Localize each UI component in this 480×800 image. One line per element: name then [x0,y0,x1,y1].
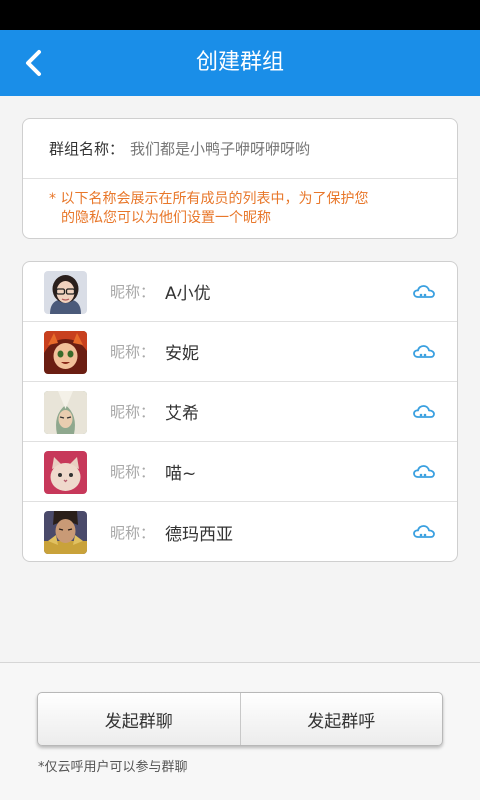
privacy-notice: * 以下名称会展示在所有成员的列表中，为了保护您 的隐私您可以为他们设置一个昵称 [23,179,423,228]
nickname-value[interactable]: A小优 [165,279,211,304]
member-row[interactable]: 昵称： 艾希 [23,382,457,442]
avatar [44,391,87,434]
nickname-value[interactable]: 德玛西亚 [165,520,233,545]
nickname-label: 昵称： [110,343,156,361]
start-group-chat-button[interactable]: 发起群聊 [38,693,240,745]
avatar [44,271,87,314]
member-list: 昵称： A小优 昵称： 安妮 昵称： 艾希 昵称： 喵~ 昵称： 德玛西亚 [22,261,458,562]
member-row[interactable]: 昵称： 安妮 [23,322,457,382]
status-bar [0,0,480,30]
cloud-call-button[interactable] [413,523,435,541]
nickname-value[interactable]: 安妮 [165,339,199,364]
nickname-value[interactable]: 艾希 [165,399,199,424]
back-button[interactable] [14,43,54,83]
avatar-woman-glasses-icon [44,271,87,314]
avatar [44,511,87,554]
nickname-label: 昵称： [110,463,156,481]
cloud-icon [413,465,435,478]
footnote: *仅云呼用户可以参与群聊 [38,760,188,775]
avatar-annie-icon [44,331,87,374]
nickname-value[interactable]: 喵~ [165,459,196,484]
nickname-label: 昵称： [110,403,156,421]
cloud-icon [413,285,435,298]
avatar [44,331,87,374]
cloud-call-button[interactable] [413,403,435,421]
avatar-warrior-icon [44,511,87,554]
privacy-notice-line-2: 的隐私您可以为他们设置一个昵称 [61,210,271,226]
cloud-icon [413,405,435,418]
nickname-label: 昵称： [110,283,156,301]
cloud-call-button[interactable] [413,283,435,301]
nickname-label: 昵称： [110,523,156,542]
page-title: 创建群组 [195,50,284,75]
cloud-icon [413,525,435,538]
action-button-group: 发起群聊 发起群呼 [37,692,443,746]
avatar-ashe-icon [44,391,87,434]
member-row[interactable]: 昵称： 喵~ [23,442,457,502]
cloud-call-button[interactable] [413,463,435,481]
avatar [44,451,87,494]
group-name-row[interactable]: 群组名称： 我们都是小鸭子咿呀咿呀哟 [23,119,457,179]
privacy-notice-line-1: * 以下名称会展示在所有成员的列表中，为了保护您 [49,191,369,207]
cloud-icon [413,345,435,358]
nav-bar: 创建群组 [0,30,480,96]
member-row[interactable]: 昵称： 德玛西亚 [23,502,457,561]
member-row[interactable]: 昵称： A小优 [23,262,457,322]
group-info-card: 群组名称： 我们都是小鸭子咿呀咿呀哟 * 以下名称会展示在所有成员的列表中，为了… [22,118,458,239]
start-group-call-button[interactable]: 发起群呼 [239,693,443,745]
group-name-value[interactable]: 我们都是小鸭子咿呀咿呀哟 [130,138,310,159]
chevron-left-icon [26,50,41,76]
group-name-label: 群组名称： [49,140,125,158]
cloud-call-button[interactable] [413,343,435,361]
avatar-cat-icon [44,451,87,494]
